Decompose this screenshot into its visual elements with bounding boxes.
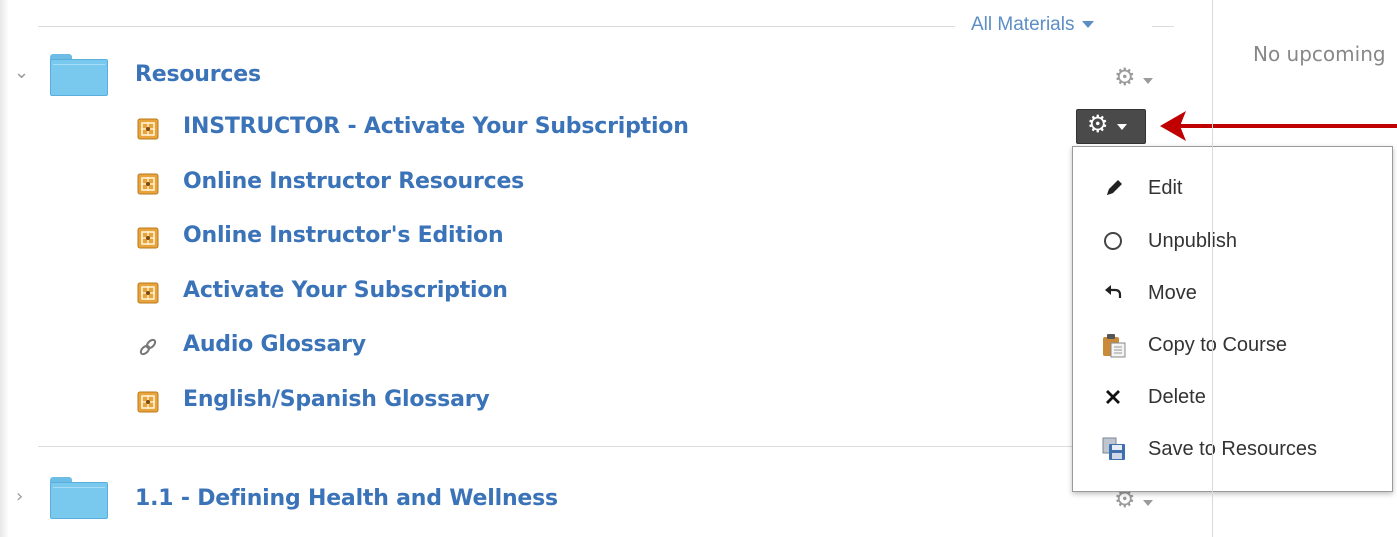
module-settings-button[interactable]: ⚙ — [1114, 63, 1160, 94]
module-item-title[interactable]: Activate Your Subscription — [183, 278, 508, 303]
menu-label: Delete — [1148, 386, 1206, 408]
folder-icon — [50, 477, 108, 519]
gear-icon: ⚙ — [1114, 63, 1136, 91]
module-item: Online Instructor Resources — [0, 169, 1000, 213]
upcoming-panel: No upcoming — [1213, 0, 1397, 537]
module-item: Activate Your Subscription — [0, 278, 1000, 322]
module-item-title[interactable]: Online Instructor Resources — [183, 169, 524, 194]
caret-down-icon — [1143, 500, 1153, 506]
move-arrow-icon — [1101, 280, 1127, 306]
pencil-icon — [1101, 175, 1127, 201]
module-item-title[interactable]: INSTRUCTOR - Activate Your Subscription — [183, 114, 689, 139]
menu-label: Move — [1148, 282, 1197, 304]
gear-icon: ⚙ — [1087, 110, 1109, 138]
top-divider — [38, 26, 955, 27]
external-tool-icon — [137, 391, 159, 413]
chevron-right-icon[interactable]: › — [16, 486, 23, 507]
module-item: Online Instructor's Edition — [0, 223, 1000, 267]
module-item-title[interactable]: Audio Glossary — [183, 332, 366, 357]
x-icon — [1101, 384, 1127, 410]
module-settings-button[interactable]: ⚙ — [1114, 487, 1160, 516]
caret-down-icon — [1143, 78, 1153, 84]
module-item-title[interactable]: Online Instructor's Edition — [183, 223, 504, 248]
clipboard-icon — [1101, 332, 1127, 358]
filter-label: All Materials — [971, 14, 1075, 35]
all-materials-filter[interactable]: All Materials — [971, 14, 1095, 36]
filter-caret-icon — [1082, 21, 1095, 29]
link-icon — [137, 336, 159, 358]
top-divider-right — [1152, 26, 1174, 27]
external-tool-icon — [137, 173, 159, 195]
save-icon — [1101, 436, 1127, 462]
external-tool-icon — [137, 282, 159, 304]
module-item: English/Spanish Glossary — [0, 387, 1000, 431]
module-divider — [38, 446, 1174, 447]
chevron-down-icon[interactable]: ⌄ — [14, 62, 29, 83]
folder-icon — [50, 54, 108, 96]
module-title[interactable]: Resources — [135, 62, 261, 87]
circle-icon — [1101, 228, 1127, 254]
item-settings-button-active[interactable]: ⚙ — [1076, 109, 1146, 144]
menu-label: Edit — [1148, 177, 1183, 199]
module-item-title[interactable]: English/Spanish Glossary — [183, 387, 490, 412]
modules-panel: All Materials ⌄ Resources ⚙ INSTRUCTOR -… — [0, 0, 1397, 537]
caret-down-icon — [1117, 124, 1127, 130]
module-item: INSTRUCTOR - Activate Your Subscription — [0, 114, 1000, 158]
no-upcoming-text: No upcoming — [1253, 42, 1386, 66]
external-tool-icon — [137, 227, 159, 249]
module-title[interactable]: 1.1 - Defining Health and Wellness — [135, 486, 558, 511]
module-item: Audio Glossary — [0, 332, 1000, 376]
external-tool-icon — [137, 118, 159, 140]
